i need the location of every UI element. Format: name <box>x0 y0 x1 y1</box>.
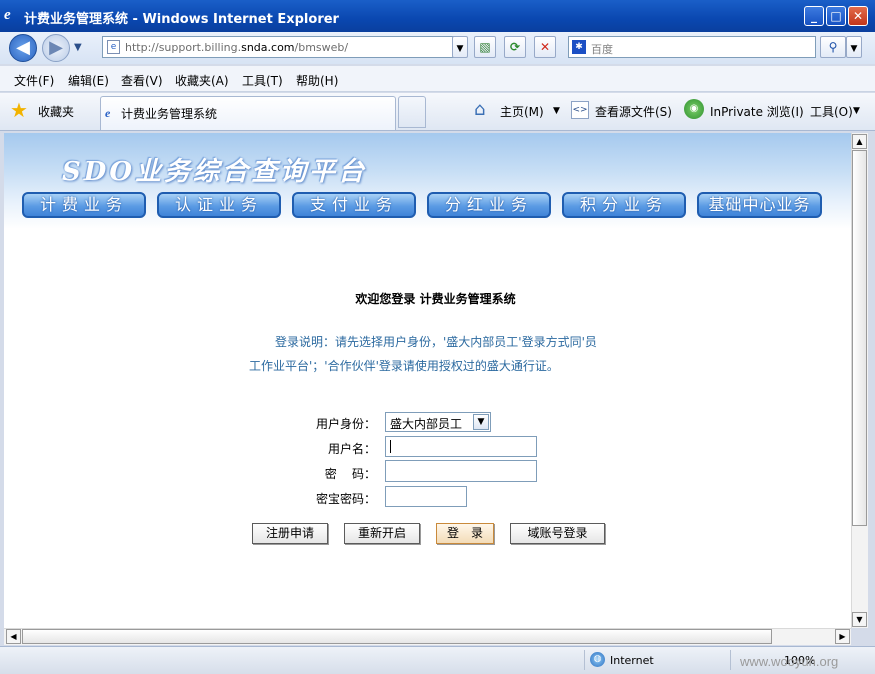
refresh-icon: ⟳ <box>509 40 521 54</box>
text-cursor <box>390 440 391 453</box>
tab-current[interactable]: e 计费业务管理系统 <box>100 96 396 130</box>
new-tab-button[interactable] <box>398 96 426 128</box>
login-button[interactable]: 登 录 <box>436 523 494 544</box>
identity-select-value: 盛大内部员工 <box>390 417 463 431</box>
address-dropdown-button[interactable]: ▼ <box>452 36 468 58</box>
username-label: 用户名： <box>327 442 376 456</box>
menu-file[interactable]: 文件(F) <box>14 72 54 89</box>
tab-base-center[interactable]: 基础中心业务 <box>697 192 822 218</box>
username-input[interactable] <box>385 436 537 457</box>
watermark: www.wooyun.org <box>740 654 839 669</box>
home-dropdown-icon[interactable]: ▼ <box>553 106 560 116</box>
window-title: 计费业务管理系统 - Windows Internet Explorer <box>24 12 339 27</box>
tab-ie-icon: e <box>105 106 111 120</box>
home-icon: ⌂ <box>474 99 486 120</box>
search-icon: ⚲ <box>828 40 838 54</box>
refresh-button[interactable]: ⟳ <box>504 36 526 58</box>
compat-icon: ▧ <box>479 40 491 54</box>
tab-auth[interactable]: 认证业务 <box>157 192 281 218</box>
menu-help[interactable]: 帮助(H) <box>296 72 338 89</box>
minimize-button[interactable]: _ <box>804 6 824 26</box>
token-label: 密宝密码： <box>315 492 376 506</box>
baidu-icon: ✱ <box>572 40 586 54</box>
horizontal-scroll-thumb[interactable] <box>22 629 772 644</box>
page-icon: e <box>107 40 120 54</box>
ie-logo-icon: e <box>4 7 11 23</box>
tab-points[interactable]: 积分业务 <box>562 192 686 218</box>
tab-payment[interactable]: 支付业务 <box>292 192 416 218</box>
scroll-left-button[interactable]: ◀ <box>6 629 21 644</box>
home-button[interactable]: 主页(M) <box>500 103 544 120</box>
vertical-scroll-thumb[interactable] <box>852 150 867 526</box>
history-dropdown-icon[interactable]: ▼ <box>74 42 82 53</box>
stop-icon: ✕ <box>539 40 551 54</box>
search-button[interactable]: ⚲ <box>820 36 846 58</box>
back-button[interactable]: ◀ <box>9 34 37 62</box>
register-button[interactable]: 注册申请 <box>252 523 328 544</box>
banner-title: SDO业务综合查询平台 <box>62 157 367 187</box>
page-content: SDO业务综合查询平台 计费业务 认证业务 支付业务 分红业务 积分业务 基础中… <box>4 133 851 628</box>
chevron-down-icon: ▼ <box>473 414 489 430</box>
forward-button[interactable]: ▶ <box>42 34 70 62</box>
tab-billing[interactable]: 计费业务 <box>22 192 146 218</box>
search-placeholder: 百度 <box>591 43 613 56</box>
globe-icon: ◍ <box>590 652 605 667</box>
menu-view[interactable]: 查看(V) <box>121 72 163 89</box>
welcome-heading: 欢迎您登录 计费业务管理系统 <box>355 292 516 306</box>
tools-button[interactable]: 工具(O) <box>810 103 853 120</box>
tab-dividend[interactable]: 分红业务 <box>427 192 551 218</box>
scroll-right-button[interactable]: ▶ <box>835 629 850 644</box>
restart-button[interactable]: 重新开启 <box>344 523 420 544</box>
scroll-down-button[interactable]: ▼ <box>852 612 867 627</box>
inprivate-icon: ◉ <box>684 99 704 119</box>
password-label: 密 码： <box>324 467 376 481</box>
forward-icon: ▶ <box>49 37 63 58</box>
inprivate-button[interactable]: InPrivate 浏览(I) <box>710 103 804 120</box>
tab-title: 计费业务管理系统 <box>121 107 218 121</box>
favorites-button[interactable]: 收藏夹 <box>38 103 74 120</box>
address-field[interactable]: e http://support.billing.snda.com/bmsweb… <box>102 36 466 58</box>
scroll-up-button[interactable]: ▲ <box>852 134 867 149</box>
compat-view-button[interactable]: ▧ <box>474 36 496 58</box>
menu-tools[interactable]: 工具(T) <box>242 72 283 89</box>
login-instructions: 登录说明：请先选择用户身份，'盛大内部员工'登录方式同'员工作业平台'；'合作伙… <box>249 335 597 373</box>
search-options-button[interactable]: ▼ <box>846 36 862 58</box>
search-input[interactable]: ✱ 百度 <box>568 36 816 58</box>
status-divider <box>584 650 585 670</box>
close-button[interactable]: ✕ <box>848 6 868 26</box>
menu-favorites[interactable]: 收藏夹(A) <box>175 72 229 89</box>
stop-button[interactable]: ✕ <box>534 36 556 58</box>
status-divider <box>730 650 731 670</box>
zone-label: Internet <box>610 654 654 667</box>
identity-label: 用户身份： <box>315 417 376 431</box>
source-icon: <> <box>571 101 589 119</box>
star-icon: ★ <box>10 98 28 122</box>
domain-login-button[interactable]: 域账号登录 <box>510 523 605 544</box>
tools-dropdown-icon[interactable]: ▼ <box>853 106 860 116</box>
title-bar: e 计费业务管理系统 - Windows Internet Explorer <box>0 0 875 32</box>
back-icon: ◀ <box>16 37 30 58</box>
identity-select[interactable]: 盛大内部员工 ▼ <box>385 412 491 432</box>
maximize-button[interactable]: □ <box>826 6 846 26</box>
token-input[interactable] <box>385 486 467 507</box>
password-input[interactable] <box>385 460 537 482</box>
address-url: http://support.billing.snda.com/bmsweb/ <box>125 41 349 54</box>
menu-edit[interactable]: 编辑(E) <box>68 72 109 89</box>
view-source-button[interactable]: 查看源文件(S) <box>595 103 672 120</box>
